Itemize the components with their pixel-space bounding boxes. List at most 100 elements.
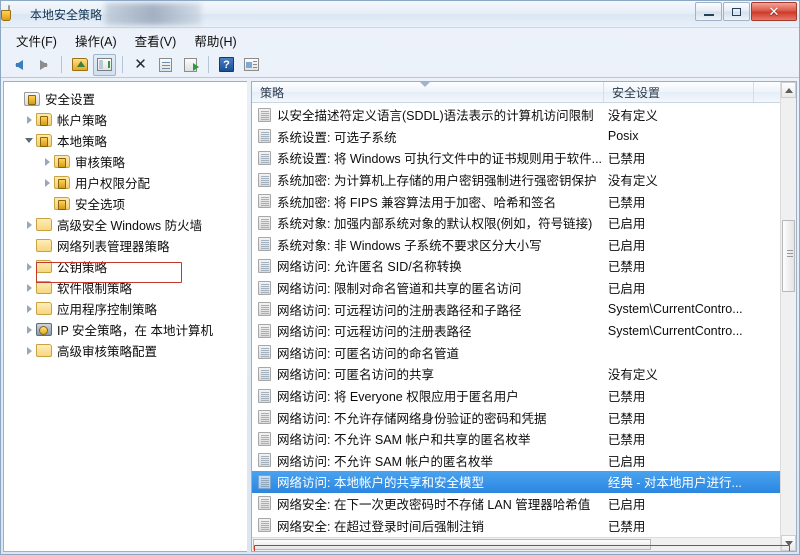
policy-icon (258, 172, 271, 187)
expand-arrow-icon[interactable] (22, 218, 36, 232)
tree-item-7[interactable]: 网络列表管理器策略 (8, 235, 247, 256)
policy-setting-value: 已启用 (607, 497, 646, 512)
folder-lock-icon (54, 176, 70, 189)
table-row[interactable]: 网络访问: 限制对命名管道和共享的匿名访问 已启用 (252, 277, 780, 299)
table-row[interactable]: 网络访问: 可匿名访问的命名管道 (252, 342, 780, 364)
policy-setting-value: 已启用 (607, 217, 646, 232)
vertical-scrollbar[interactable] (780, 82, 796, 551)
tree-item-label: 帐户策略 (57, 114, 108, 128)
tree-item-3[interactable]: 审核策略 (8, 151, 247, 172)
scroll-up-button[interactable] (781, 82, 796, 98)
expand-arrow-icon[interactable] (22, 281, 36, 295)
console-tree: 安全设置帐户策略本地策略审核策略用户权限分配 安全选项 高级安全 Windows 防… (4, 82, 247, 361)
table-row[interactable]: 系统对象: 加强内部系统对象的默认权限(例如，符号链接) 已启用 (252, 212, 780, 234)
tree-item-label: 公钥策略 (57, 261, 108, 275)
table-row[interactable]: 网络访问: 可远程访问的注册表路径 System\CurrentContro... (252, 320, 780, 342)
tree-item-11[interactable]: IP 安全策略，在 本地计算机 (8, 319, 247, 340)
collapse-arrow-icon[interactable] (22, 134, 36, 148)
export-list-button[interactable] (179, 54, 202, 76)
chevron-up-icon (784, 87, 793, 93)
forward-button[interactable] (32, 54, 55, 76)
local-security-policy-window: 本地安全策略 ✕ 文件(F) 操作(A) 查看(V) 帮助(H) ✕ ? 安全设… (0, 0, 800, 555)
tree-item-0[interactable]: 安全设置 (8, 88, 247, 109)
expand-arrow-icon[interactable] (22, 323, 36, 337)
table-row[interactable]: 网络访问: 可匿名访问的共享 没有定义 (252, 363, 780, 385)
toolbar: ✕ ? (1, 52, 799, 78)
expand-arrow-icon[interactable] (40, 176, 54, 190)
policy-setting-value: 已禁用 (607, 411, 646, 426)
expand-arrow-icon[interactable] (22, 113, 36, 127)
table-row[interactable]: 网络访问: 可远程访问的注册表路径和子路径 System\CurrentContr… (252, 298, 780, 320)
help-button[interactable]: ? (215, 54, 238, 76)
expand-arrow-icon[interactable] (22, 260, 36, 274)
title-bar-redaction (105, 3, 201, 25)
close-button[interactable]: ✕ (751, 2, 797, 21)
table-row[interactable]: 系统设置: 可选子系统 Posix (252, 126, 780, 148)
menu-view[interactable]: 查看(V) (126, 28, 186, 53)
tree-item-8[interactable]: 公钥策略 (8, 256, 247, 277)
policy-setting-value: 已禁用 (607, 260, 646, 275)
policy-setting-value: 已启用 (607, 282, 646, 297)
horizontal-scroll-thumb[interactable] (253, 539, 651, 550)
folder-lock-icon (54, 197, 70, 210)
security-policy-icon (8, 5, 24, 22)
menu-help[interactable]: 帮助(H) (185, 28, 245, 53)
policy-setting-value: 已禁用 (607, 433, 646, 448)
tree-item-1[interactable]: 帐户策略 (8, 109, 247, 130)
up-one-level-button[interactable] (68, 54, 91, 76)
tree-item-5[interactable]: 安全选项 (8, 193, 247, 214)
table-row[interactable]: 网络安全: 在下一次更改密码时不存储 LAN 管理器哈希值 已启用 (252, 493, 780, 515)
tree-item-2[interactable]: 本地策略 (8, 130, 247, 151)
tree-item-6[interactable]: 高级安全 Windows 防火墙 (8, 214, 247, 235)
column-header-security-setting[interactable]: 安全设置 (604, 82, 754, 102)
folder-icon (36, 239, 52, 252)
table-row[interactable]: 网络安全: 在超过登录时间后强制注销 已禁用 (252, 514, 780, 536)
tree-item-label: 审核策略 (75, 156, 126, 170)
table-row[interactable]: 系统加密: 为计算机上存储的用户密钥强制进行强密钥保护 没有定义 (252, 169, 780, 191)
folder-lock-icon (36, 134, 52, 147)
table-row[interactable]: 网络访问: 将 Everyone 权限应用于匿名用户 已禁用 (252, 385, 780, 407)
expand-arrow-icon[interactable] (40, 155, 54, 169)
tree-item-label: IP 安全策略，在 本地计算机 (57, 324, 214, 338)
delete-button[interactable]: ✕ (129, 54, 152, 76)
minimize-button[interactable] (695, 2, 722, 21)
policy-icon (258, 474, 271, 489)
table-row[interactable]: 网络访问: 不允许 SAM 帐户和共享的匿名枚举 已禁用 (252, 428, 780, 450)
expand-arrow-icon[interactable] (22, 302, 36, 316)
tree-item-9[interactable]: 软件限制策略 (8, 277, 247, 298)
table-row[interactable]: 系统加密: 将 FIPS 兼容算法用于加密、哈希和签名 已禁用 (252, 190, 780, 212)
tree-item-4[interactable]: 用户权限分配 (8, 172, 247, 193)
back-button[interactable] (7, 54, 30, 76)
tree-item-10[interactable]: 应用程序控制策略 (8, 298, 247, 319)
policy-name: 网络访问: 将 Everyone 权限应用于匿名用户 (277, 390, 519, 405)
table-row[interactable]: 网络访问: 本地帐户的共享和安全模型 经典 - 对本地用户进行... (252, 471, 780, 493)
show-hide-tree-icon (97, 58, 112, 71)
scroll-down-button[interactable] (781, 535, 796, 551)
ipsec-icon (36, 323, 52, 336)
vertical-scroll-thumb[interactable] (782, 220, 795, 292)
back-arrow-icon (14, 59, 23, 70)
horizontal-scrollbar[interactable] (252, 537, 780, 551)
column-header-security-setting-label: 安全设置 (612, 85, 661, 100)
show-hide-tree-button[interactable] (93, 53, 116, 76)
column-header-policy[interactable]: 策略 (252, 82, 604, 102)
folder-lock-icon (36, 113, 52, 126)
table-row[interactable]: 系统对象: 非 Windows 子系统不要求区分大小写 已启用 (252, 234, 780, 256)
tree-item-12[interactable]: 高级审核策略配置 (8, 340, 247, 361)
policy-name: 网络访问: 不允许 SAM 帐户和共享的匿名枚举 (277, 433, 531, 448)
table-row[interactable]: 网络访问: 不允许存储网络身份验证的密码和凭据 已禁用 (252, 406, 780, 428)
view-options-button[interactable] (240, 54, 263, 76)
list-header: 策略 安全设置 (252, 82, 796, 103)
properties-button[interactable] (154, 54, 177, 76)
policy-setting-value: 没有定义 (607, 368, 658, 383)
table-row[interactable]: 网络访问: 允许匿名 SID/名称转换 已禁用 (252, 255, 780, 277)
policy-icon (258, 496, 271, 511)
menu-action[interactable]: 操作(A) (66, 28, 126, 53)
expand-arrow-icon[interactable] (22, 344, 36, 358)
policy-name: 网络安全: 在超过登录时间后强制注销 (277, 519, 484, 534)
table-row[interactable]: 网络访问: 不允许 SAM 帐户的匿名枚举 已启用 (252, 450, 780, 472)
table-row[interactable]: 以安全描述符定义语言(SDDL)语法表示的计算机访问限制 没有定义 (252, 104, 780, 126)
table-row[interactable]: 系统设置: 将 Windows 可执行文件中的证书规则用于软件... 已禁用 (252, 147, 780, 169)
maximize-button[interactable] (723, 2, 750, 21)
menu-file[interactable]: 文件(F) (7, 28, 66, 53)
